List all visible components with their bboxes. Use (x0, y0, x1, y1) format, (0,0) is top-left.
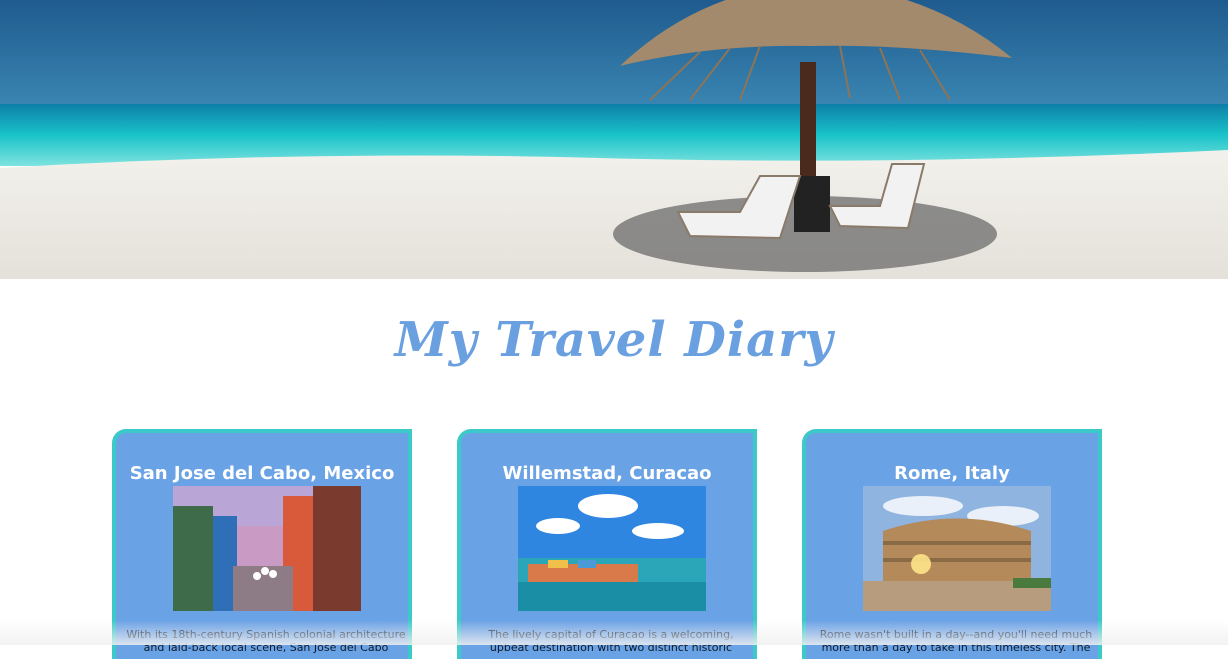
card-description: Rome wasn't built in a day--and you'll n… (819, 628, 1093, 654)
card-title: Willemstad, Curacao (502, 463, 712, 484)
beach-photo (0, 0, 1228, 279)
san-jose-del-cabo-photo (173, 486, 361, 611)
willemstad-photo (518, 486, 706, 611)
rome-colosseum-photo (863, 486, 1051, 611)
page-title: My Travel Diary (394, 312, 834, 368)
hero-image (0, 0, 1228, 279)
destination-card-willemstad: Willemstad, Curacao The lively capital o… (457, 429, 757, 659)
card-description: With its 18th-century Spanish colonial a… (126, 628, 406, 654)
card-description: The lively capital of Curacao is a welco… (488, 628, 734, 654)
card-title: San Jose del Cabo, Mexico (129, 463, 395, 484)
destination-card-rome: Rome, Italy Rome wasn't built in a day--… (802, 429, 1102, 659)
card-title: Rome, Italy (894, 463, 1010, 484)
destination-card-san-jose: San Jose del Cabo, Mexico With its 18th-… (112, 429, 412, 659)
